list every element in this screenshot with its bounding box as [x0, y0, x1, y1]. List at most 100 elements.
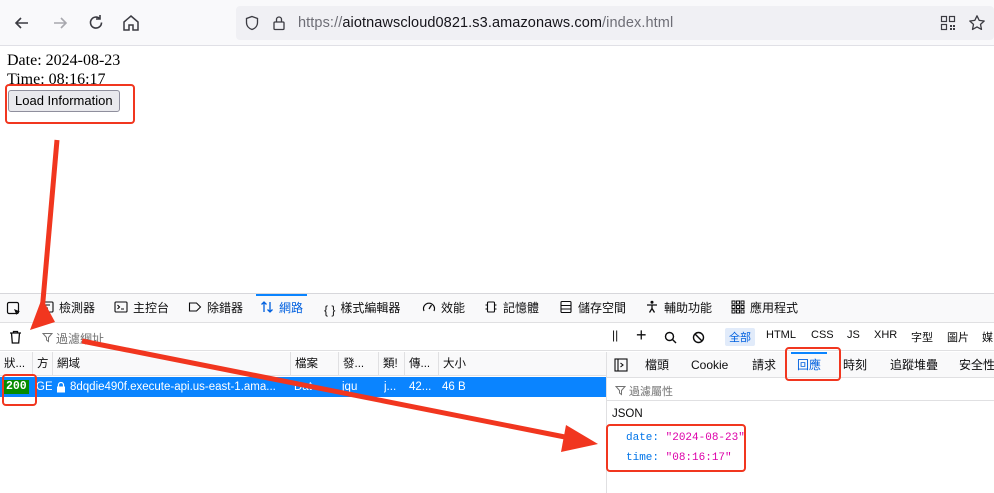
filter-xhr[interactable]: XHR: [874, 329, 897, 341]
column-size[interactable]: 大小: [438, 352, 606, 376]
tab-label: 輔助功能: [664, 301, 713, 315]
tab-accessibility[interactable]: 輔助功能: [645, 294, 712, 323]
tab-stack-trace[interactable]: 追蹤堆疊: [890, 352, 938, 378]
forward-arrow-icon: [54, 17, 68, 29]
request-method: GE: [36, 381, 52, 393]
add-icon[interactable]: +: [636, 325, 647, 346]
url-bar[interactable]: https://aiotnawscloud0821.s3.amazonaws.c…: [236, 6, 994, 40]
column-method[interactable]: 方: [32, 352, 52, 376]
column-initiator[interactable]: 發...: [338, 352, 378, 376]
inspector-icon: [40, 301, 54, 313]
tab-cookies[interactable]: Cookie: [691, 352, 728, 378]
browser-toolbar: https://aiotnawscloud0821.s3.amazonaws.c…: [0, 0, 994, 46]
json-value: "08:16:17": [665, 452, 732, 464]
block-icon[interactable]: [692, 331, 705, 344]
network-icon: [261, 301, 273, 313]
tab-request[interactable]: 請求: [752, 352, 776, 378]
shield-icon[interactable]: [244, 15, 260, 31]
tab-label: 效能: [441, 301, 466, 315]
tab-label: 儲存空間: [578, 301, 627, 315]
bookmark-star-icon[interactable]: [968, 14, 986, 32]
qr-code-icon[interactable]: [940, 15, 956, 31]
column-status[interactable]: 狀...: [0, 352, 32, 376]
accessibility-icon: [647, 300, 657, 313]
filter-js[interactable]: JS: [847, 329, 860, 341]
url-text: https://aiotnawscloud0821.s3.amazonaws.c…: [298, 15, 673, 31]
filter-icon: [42, 333, 53, 343]
column-transferred[interactable]: 傳...: [404, 352, 438, 376]
url-scheme: https://: [298, 15, 343, 31]
tab-debugger[interactable]: 除錯器: [188, 294, 243, 323]
date-text: Date: 2024-08-23: [7, 52, 121, 69]
tab-response[interactable]: 回應: [791, 352, 828, 378]
home-button[interactable]: [117, 9, 145, 37]
tab-network[interactable]: 網路: [256, 294, 308, 323]
json-key: date:: [626, 432, 660, 444]
console-icon: [114, 301, 128, 313]
column-type[interactable]: 類!: [378, 352, 404, 376]
json-property: date: "2024-08-23": [626, 432, 745, 444]
time-text: Time: 08:16:17: [7, 71, 106, 88]
devtools-tab-bar: 檢測器 主控台 除錯器 網路 { } 樣式編輯器 效能 記憶體 儲存空間 輔助功能…: [0, 294, 994, 323]
tab-console[interactable]: 主控台: [114, 294, 169, 323]
tab-headers[interactable]: 檔頭: [645, 352, 669, 378]
application-icon: [731, 300, 745, 314]
table-row[interactable]: 200 GE 8dqdie490f.execute-api.us-east-1.…: [0, 377, 606, 397]
tab-label: 樣式編輯器: [340, 301, 401, 315]
request-file: Dat: [294, 381, 312, 393]
request-transferred: 42...: [409, 381, 432, 393]
tab-label: 記憶體: [503, 301, 540, 315]
lock-icon: [57, 382, 65, 393]
status-badge: 200: [4, 380, 29, 394]
request-domain: 8dqdie490f.execute-api.us-east-1.ama...: [70, 381, 276, 393]
pause-icon[interactable]: ||: [612, 328, 618, 342]
json-property: time: "08:16:17": [626, 452, 732, 464]
filter-media[interactable]: 媒: [982, 329, 993, 345]
load-information-button[interactable]: Load Information: [8, 90, 120, 112]
filter-properties-input[interactable]: 過濾屬性: [629, 383, 673, 399]
trash-icon[interactable]: [8, 329, 23, 345]
reload-button[interactable]: [82, 9, 110, 37]
url-path: /index.html: [602, 15, 674, 31]
debugger-icon: [188, 302, 202, 312]
memory-icon: [485, 301, 497, 313]
filter-css[interactable]: CSS: [811, 329, 834, 341]
lock-icon[interactable]: [272, 15, 286, 31]
filter-all[interactable]: 全部: [725, 328, 755, 346]
url-host: aiotnawscloud0821.s3.amazonaws.com: [342, 15, 603, 31]
json-value: "2024-08-23": [665, 432, 745, 444]
json-section-label: JSON: [612, 408, 643, 420]
network-filter-bar: 過濾網址 || + 全部 HTML CSS JS XHR 字型 圖片 媒: [0, 324, 994, 351]
tab-security[interactable]: 安全性: [959, 352, 994, 378]
tab-label: 除錯器: [207, 301, 244, 315]
tab-application[interactable]: 應用程式: [731, 294, 798, 323]
tab-style-editor[interactable]: { } 樣式編輯器: [324, 294, 400, 323]
request-size: 46 B: [442, 381, 466, 393]
search-icon[interactable]: [664, 331, 677, 344]
filter-urls-input[interactable]: 過濾網址: [56, 330, 104, 347]
filter-html[interactable]: HTML: [766, 329, 796, 341]
toggle-sidebar-icon[interactable]: [614, 358, 628, 372]
storage-icon: [560, 300, 572, 314]
request-type: j...: [384, 381, 397, 393]
tab-inspector[interactable]: 檢測器: [40, 294, 95, 323]
reload-icon: [89, 15, 103, 29]
tab-label: 主控台: [133, 301, 170, 315]
filter-fonts[interactable]: 字型: [911, 329, 933, 345]
details-tab-bar: 檔頭 Cookie 請求 回應 時刻 追蹤堆疊 安全性: [607, 352, 994, 378]
tab-memory[interactable]: 記憶體: [484, 294, 539, 323]
json-key: time:: [626, 452, 660, 464]
filter-images[interactable]: 圖片: [947, 329, 969, 345]
back-arrow-icon: [14, 17, 28, 29]
column-file[interactable]: 檔案: [290, 352, 338, 376]
tab-performance[interactable]: 效能: [422, 294, 465, 323]
tab-storage[interactable]: 儲存空間: [559, 294, 626, 323]
column-domain[interactable]: 網域: [52, 352, 290, 376]
tab-label: 網路: [279, 301, 304, 315]
request-table-header: 狀... 方 網域 檔案 發... 類! 傳... 大小: [0, 352, 606, 376]
forward-button[interactable]: [46, 9, 74, 37]
back-button[interactable]: [8, 9, 36, 37]
filter-icon: [615, 386, 626, 396]
tab-timings[interactable]: 時刻: [843, 352, 867, 378]
element-picker-icon[interactable]: [6, 301, 22, 317]
